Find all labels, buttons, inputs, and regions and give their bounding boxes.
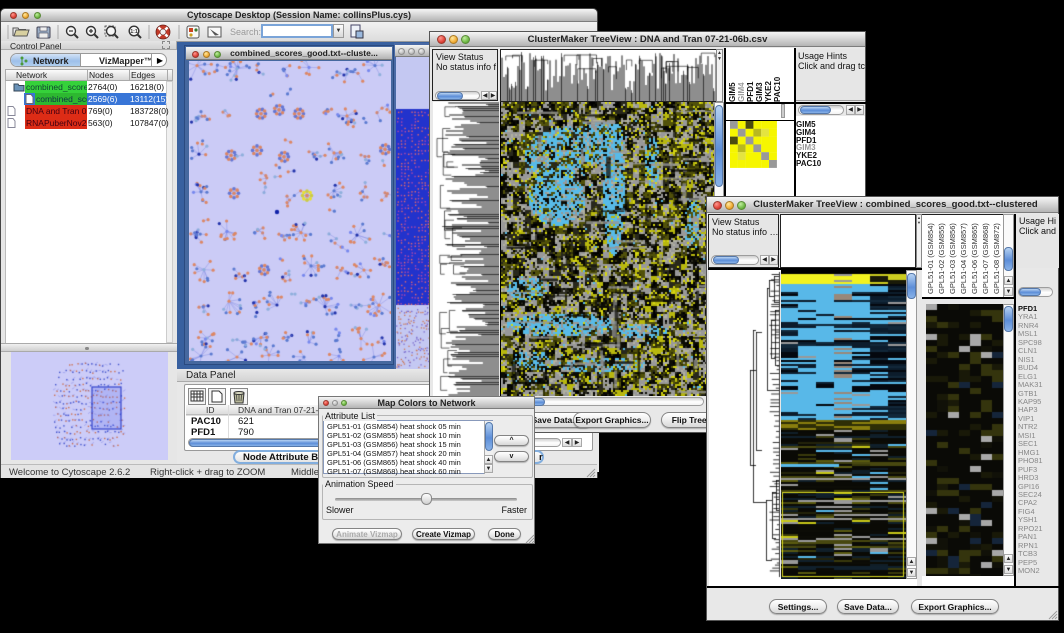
svg-text:1:1: 1:1 <box>130 29 137 35</box>
